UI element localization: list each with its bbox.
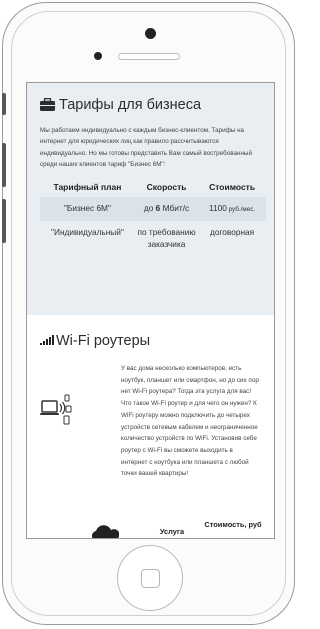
column-header-plan: Тарифный план bbox=[53, 182, 122, 192]
column-header-speed: Скорость bbox=[146, 182, 187, 192]
table-row: "Бизнес 6М" до 6 Мбит/с 1100 руб./мес. bbox=[40, 197, 266, 221]
column-header-service: Услуга bbox=[159, 527, 185, 536]
briefcase-icon bbox=[40, 98, 55, 111]
column-header-price: Стоимость, руб bbox=[204, 520, 262, 529]
home-button[interactable] bbox=[117, 545, 183, 611]
phone-side-button bbox=[2, 199, 6, 243]
proximity-sensor bbox=[94, 52, 102, 60]
column-header-price: Стоимость bbox=[209, 182, 256, 192]
table-row: "Индивидуальный" по требованию заказчика… bbox=[40, 221, 266, 255]
phone-side-button bbox=[2, 93, 6, 115]
plan-speed: по требованию заказчика bbox=[137, 227, 196, 249]
front-camera bbox=[145, 28, 156, 39]
section-title: Wi-Fi роутеры bbox=[40, 333, 150, 349]
tariffs-table: Тарифный план Скорость Стоимость "Бизнес… bbox=[40, 179, 266, 255]
business-tariffs-section: Тарифы для бизнеса Мы работаем индивидуа… bbox=[27, 83, 274, 315]
plan-price: договорная bbox=[210, 227, 255, 237]
plan-speed: до 6 Мбит/с bbox=[134, 197, 199, 221]
plan-name: "Бизнес 6М" bbox=[40, 197, 135, 221]
cloud-icon bbox=[91, 525, 119, 538]
wifi-description-text: У вас дома несколько компьютеров, есть н… bbox=[121, 365, 259, 478]
home-square-icon bbox=[141, 569, 160, 588]
wifi-routers-section: Wi-Fi роутеры У вас дома несколько компь… bbox=[27, 315, 274, 538]
earpiece-speaker bbox=[118, 53, 180, 60]
laptop-wifi-icon bbox=[40, 394, 72, 425]
signal-bars-icon bbox=[40, 335, 54, 345]
business-intro-text: Мы работаем индивидуально с каждым бизне… bbox=[40, 127, 252, 168]
phone-side-button bbox=[2, 143, 6, 187]
section-title: Тарифы для бизнеса bbox=[40, 97, 201, 113]
phone-screen[interactable]: Тарифы для бизнеса Мы работаем индивидуа… bbox=[26, 82, 275, 539]
plan-name: "Индивидуальный" bbox=[51, 227, 124, 237]
plan-price: 1100 руб./мес. bbox=[198, 197, 266, 221]
business-title-text: Тарифы для бизнеса bbox=[59, 97, 202, 113]
wifi-title-text: Wi-Fi роутеры bbox=[56, 333, 151, 349]
